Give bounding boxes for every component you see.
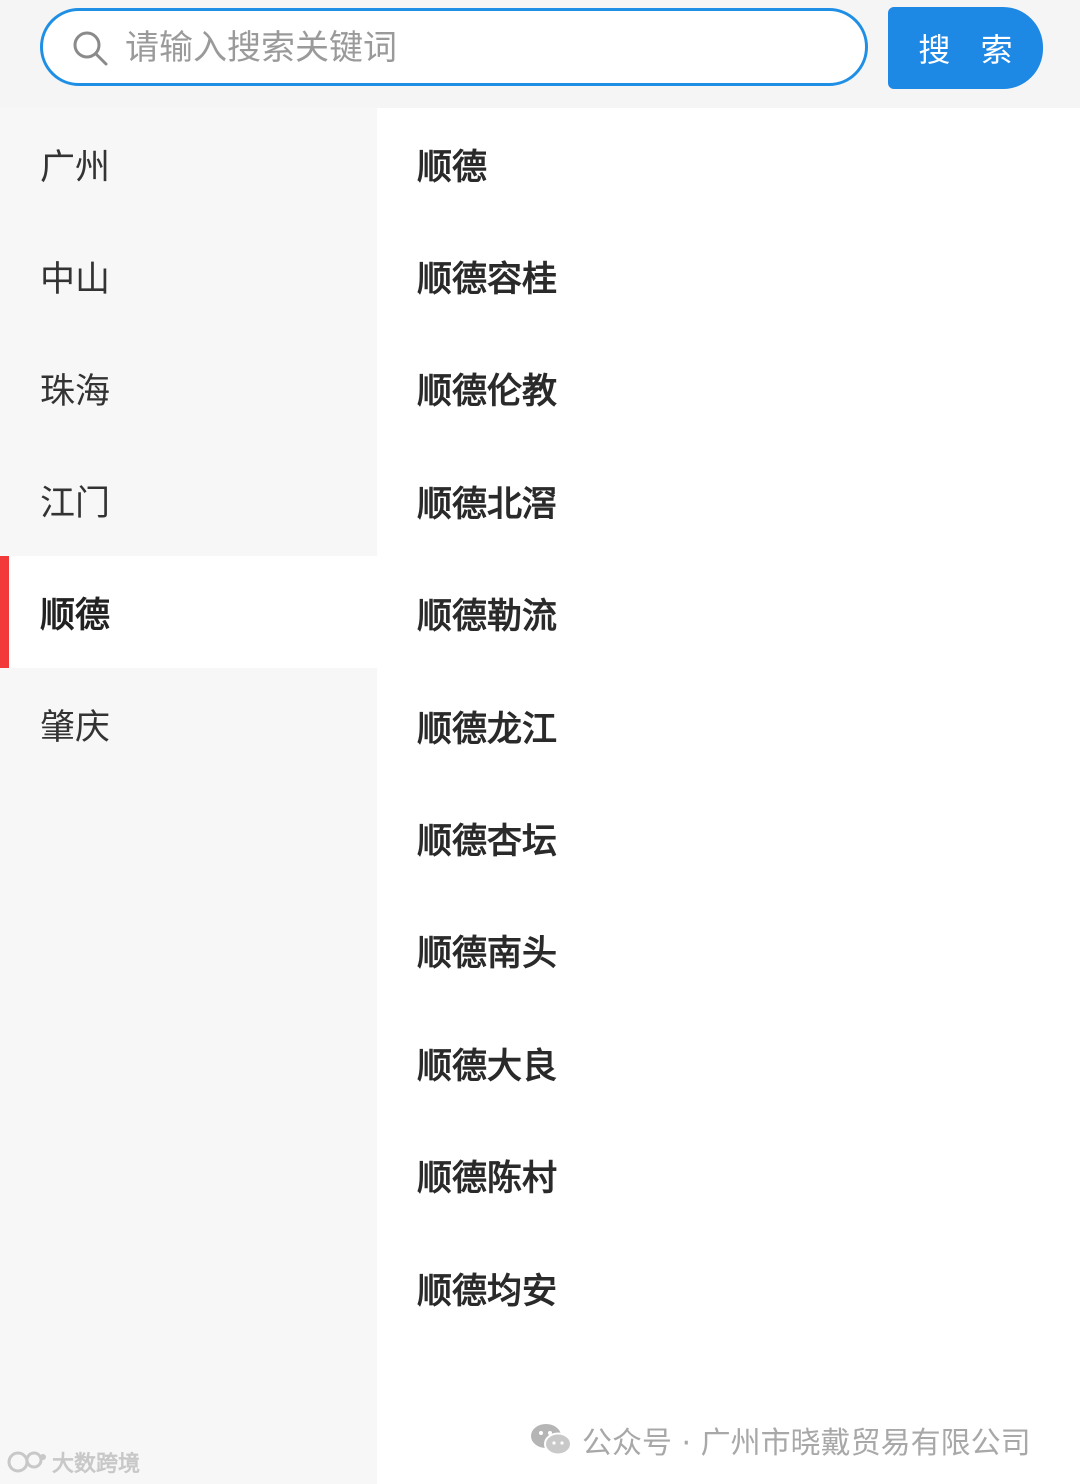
list-item[interactable]: 顺德勒流 xyxy=(377,558,1080,670)
watermark-text: 公众号 · 广州市晓戴贸易有限公司 xyxy=(582,1426,1031,1461)
sidebar-item-guangzhou[interactable]: 广州 xyxy=(0,108,377,220)
search-box[interactable] xyxy=(40,8,868,86)
city-sidebar: 广州 中山 珠海 江门 顺德 肇庆 xyxy=(0,108,377,1484)
list-item[interactable]: 顺德杏坛 xyxy=(377,782,1080,894)
sidebar-item-zhaoqing[interactable]: 肇庆 xyxy=(0,668,377,780)
list-item[interactable]: 顺德北滘 xyxy=(377,445,1080,557)
list-item[interactable]: 顺德 xyxy=(377,108,1080,220)
list-item[interactable]: 顺德大良 xyxy=(377,1007,1080,1119)
list-item[interactable]: 顺德南头 xyxy=(377,895,1080,1007)
sidebar-item-zhongshan[interactable]: 中山 xyxy=(0,220,377,332)
brand-watermark: 大数跨境 xyxy=(6,1446,140,1478)
district-list: 顺德 顺德容桂 顺德伦教 顺德北滘 顺德勒流 顺德龙江 顺德杏坛 顺德南头 顺德… xyxy=(377,108,1080,1484)
list-item[interactable]: 顺德均安 xyxy=(377,1232,1080,1344)
search-input[interactable] xyxy=(123,17,827,79)
brand-logo-icon xyxy=(7,1451,46,1473)
list-item[interactable]: 顺德伦教 xyxy=(377,333,1080,445)
brand-text: 大数跨境 xyxy=(52,1452,141,1477)
wechat-watermark: 公众号 · 广州市晓戴贸易有限公司 xyxy=(530,1418,1031,1462)
top-search-bar: 搜 索 xyxy=(0,0,1080,108)
list-item[interactable]: 顺德龙江 xyxy=(377,670,1080,782)
sidebar-item-shunde[interactable]: 顺德 xyxy=(0,556,377,668)
wechat-icon xyxy=(531,1424,572,1456)
sidebar-item-jiangmen[interactable]: 江门 xyxy=(0,444,377,556)
list-item[interactable]: 顺德陈村 xyxy=(377,1120,1080,1232)
search-icon xyxy=(73,31,108,66)
search-button[interactable]: 搜 索 xyxy=(888,7,1043,89)
list-item[interactable]: 顺德容桂 xyxy=(377,220,1080,332)
sidebar-item-zhuhai[interactable]: 珠海 xyxy=(0,332,377,444)
